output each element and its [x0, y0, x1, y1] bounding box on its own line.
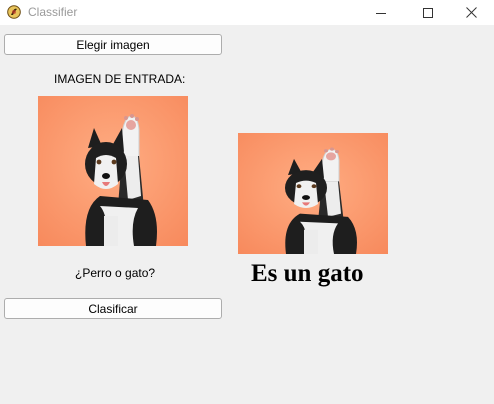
maximize-icon	[423, 7, 433, 18]
output-image	[238, 133, 388, 254]
choose-image-button[interactable]: Elegir imagen	[4, 34, 222, 55]
classify-button[interactable]: Clasificar	[4, 298, 222, 319]
minimize-button[interactable]	[358, 0, 404, 25]
close-icon	[465, 7, 477, 18]
minimize-icon	[376, 8, 386, 18]
input-image-heading: IMAGEN DE ENTRADA:	[54, 72, 186, 86]
question-label: ¿Perro o gato?	[75, 266, 156, 280]
window-title: Classifier	[28, 5, 78, 19]
python-feather-icon	[7, 5, 21, 19]
classification-result: Es un gato	[251, 260, 364, 287]
input-image	[38, 96, 188, 246]
maximize-button[interactable]	[405, 0, 451, 25]
title-bar: Classifier	[0, 0, 494, 25]
classifier-window: Classifier Elegir imagen IMAGEN DE ENTRA…	[0, 0, 494, 404]
close-button[interactable]	[448, 0, 494, 25]
